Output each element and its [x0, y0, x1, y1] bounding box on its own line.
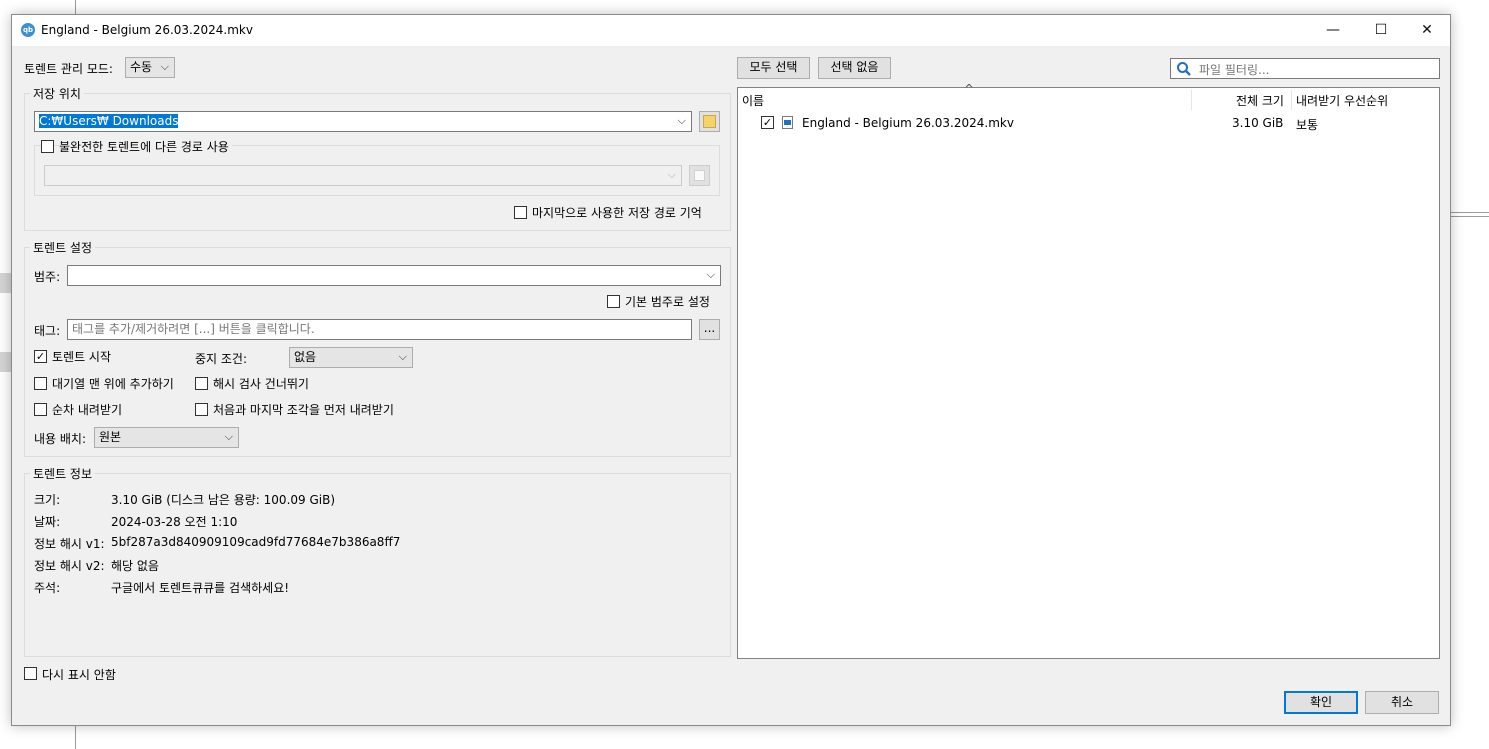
stop-condition-select[interactable]: 없음 ⌵: [289, 347, 413, 368]
sequential-label: 순차 내려받기: [52, 403, 123, 417]
select-all-button[interactable]: 모두 선택: [737, 57, 810, 79]
add-torrent-dialog: qb England - Belgium 26.03.2024.mkv — ☐ …: [11, 14, 1451, 726]
info-hash-v2-label: 정보 해시 v2:: [34, 559, 105, 573]
first-last-checkbox[interactable]: [195, 403, 208, 416]
mgmt-mode-value: 수동: [130, 60, 153, 74]
mgmt-mode-label: 토렌트 관리 모드:: [24, 62, 113, 76]
info-date-label: 날짜:: [34, 515, 61, 529]
file-priority: 보통: [1296, 118, 1319, 132]
chevron-down-icon: ⌵: [677, 114, 686, 127]
cancel-button[interactable]: 취소: [1365, 691, 1439, 714]
browse-folder-button[interactable]: [699, 111, 720, 132]
category-label: 범주:: [34, 270, 61, 284]
category-combo[interactable]: ⌵: [67, 265, 721, 286]
file-filter-placeholder: 파일 필터링...: [1199, 63, 1270, 77]
sequential-checkbox[interactable]: [34, 403, 47, 416]
skip-hash-label: 해시 검사 건너뛰기: [213, 377, 309, 391]
skip-hash-checkbox[interactable]: [195, 377, 208, 390]
info-hash-v1-label: 정보 해시 v1:: [34, 537, 105, 551]
background-fragment: [0, 273, 11, 293]
column-name-header[interactable]: 이름: [742, 92, 764, 109]
sort-indicator-icon: ^: [964, 82, 975, 96]
alt-path-checkbox[interactable]: [41, 140, 54, 153]
start-torrent-label: 토렌트 시작: [52, 350, 112, 364]
minimize-button[interactable]: —: [1310, 15, 1356, 46]
layout-value: 원본: [99, 430, 122, 444]
file-checkbox[interactable]: ✓: [761, 116, 774, 129]
column-priority-header[interactable]: 내려받기 우선순위: [1296, 92, 1388, 109]
dont-show-again-checkbox[interactable]: [24, 667, 37, 680]
chevron-down-icon: ⌵: [398, 350, 407, 363]
tags-placeholder: 태그를 추가/제거하려면 [...] 버튼을 클릭합니다.: [72, 322, 315, 336]
file-row[interactable]: ✓ England - Belgium 26.03.2024.mkv 3.10 …: [738, 112, 1439, 134]
column-size-header[interactable]: 전체 크기: [1236, 92, 1284, 109]
default-category-label: 기본 범주로 설정: [625, 295, 710, 309]
alt-path-label: 불완전한 토렌트에 다른 경로 사용: [59, 138, 232, 155]
file-size: 3.10 GiB: [1232, 116, 1284, 130]
info-hash-v2-value: 해당 없음: [111, 559, 159, 573]
close-button[interactable]: ✕: [1404, 15, 1450, 46]
chevron-down-icon: ⌵: [706, 268, 715, 281]
remember-path-checkbox[interactable]: [514, 206, 527, 219]
torrent-settings-title: 토렌트 설정: [30, 239, 96, 256]
stop-condition-label: 중지 조건:: [195, 352, 248, 366]
ok-button[interactable]: 확인: [1284, 691, 1358, 714]
chevron-down-icon: ⌵: [224, 430, 233, 443]
alt-path-combo: ⌵: [44, 165, 682, 186]
column-separator: [1291, 90, 1292, 110]
qbittorrent-app-icon: qb: [21, 23, 35, 37]
tags-input[interactable]: 태그를 추가/제거하려면 [...] 버튼을 클릭합니다.: [67, 319, 692, 340]
info-size-value: 3.10 GiB (디스크 남은 용량: 100.09 GiB): [111, 493, 336, 507]
video-file-icon: [782, 116, 793, 129]
column-separator: [1191, 90, 1192, 110]
title-bar: qb England - Belgium 26.03.2024.mkv — ☐ …: [12, 15, 1450, 46]
chevron-down-icon: ⌵: [160, 60, 169, 73]
folder-icon: [694, 170, 705, 181]
file-filter-input[interactable]: 파일 필터링...: [1170, 58, 1440, 79]
add-top-queue-label: 대기열 맨 위에 추가하기: [52, 377, 174, 391]
folder-icon: [703, 115, 716, 128]
edit-tags-button[interactable]: ...: [699, 319, 720, 340]
chevron-down-icon: ⌵: [667, 168, 676, 181]
window-title: England - Belgium 26.03.2024.mkv: [41, 23, 253, 37]
add-top-queue-checkbox[interactable]: [34, 377, 47, 390]
info-date-value: 2024-03-28 오전 1:10: [111, 515, 238, 529]
info-hash-v1-value: 5bf287a3d840909109cad9fd77684e7b386a8ff7: [111, 535, 401, 549]
stop-condition-value: 없음: [294, 350, 317, 364]
search-icon: [1177, 62, 1191, 76]
background-line: [1450, 216, 1489, 217]
default-category-checkbox[interactable]: [607, 295, 620, 308]
mgmt-mode-select[interactable]: 수동 ⌵: [125, 57, 175, 78]
save-path-combo[interactable]: C:₩Users₩ Downloads ⌵: [34, 111, 692, 132]
background-line: [1450, 212, 1489, 213]
start-torrent-checkbox[interactable]: ✓: [34, 350, 47, 363]
first-last-label: 처음과 마지막 조각을 먼저 내려받기: [213, 403, 394, 417]
torrent-info-title: 토렌트 정보: [30, 465, 96, 482]
save-location-title: 저장 위치: [30, 85, 84, 102]
background-fragment: [0, 352, 11, 372]
info-comment-label: 주석:: [34, 581, 61, 595]
info-comment-value: 구글에서 토렌트큐큐를 검색하세요!: [111, 581, 290, 595]
layout-select[interactable]: 원본 ⌵: [94, 427, 239, 448]
remember-path-label: 마지막으로 사용한 저장 경로 기억: [532, 206, 702, 220]
alt-browse-button: [689, 165, 710, 186]
tags-label: 태그:: [34, 324, 61, 338]
select-none-button[interactable]: 선택 없음: [818, 57, 891, 79]
file-list: ^ 이름 전체 크기 내려받기 우선순위 ✓ England - Belgium…: [737, 82, 1440, 659]
info-size-label: 크기:: [34, 493, 61, 507]
maximize-button[interactable]: ☐: [1358, 15, 1404, 46]
save-path-value: C:₩Users₩ Downloads: [39, 114, 179, 128]
layout-label: 내용 배치:: [34, 432, 87, 446]
file-name: England - Belgium 26.03.2024.mkv: [802, 116, 1014, 130]
dont-show-again-label: 다시 표시 안함: [42, 668, 116, 682]
